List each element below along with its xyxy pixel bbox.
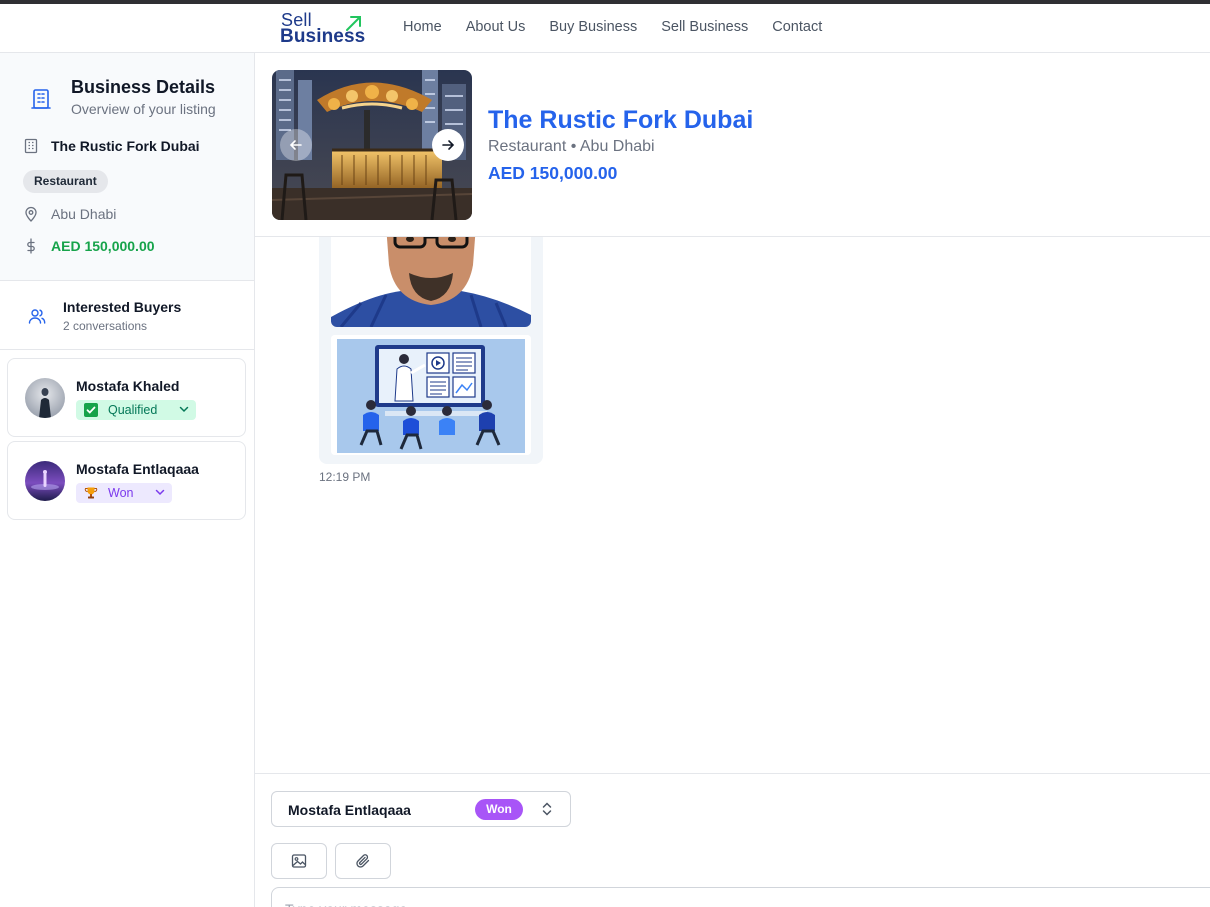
buyer-card[interactable]: Mostafa Khaled Qualified	[7, 358, 246, 437]
buyer-selector[interactable]: Mostafa Entlaqaaa Won	[271, 791, 571, 827]
listing-subtitle: Restaurant • Abu Dhabi	[488, 138, 655, 155]
status-badge: Won	[475, 799, 523, 820]
attach-image-button[interactable]	[271, 843, 327, 879]
price-row: AED 150,000.00	[22, 237, 155, 255]
interested-buyers-title: Interested Buyers	[63, 299, 182, 315]
main-nav: Home About Us Buy Business Sell Business…	[403, 19, 846, 35]
price-text: AED 150,000.00	[51, 238, 155, 254]
selected-buyer-name: Mostafa Entlaqaaa	[288, 802, 411, 818]
building-small-icon	[22, 137, 40, 155]
chat-main: 12:19 PM The Rustic Fork Dubai Restauran…	[255, 53, 1210, 907]
buyer-card[interactable]: Mostafa Entlaqaaa Won	[7, 441, 246, 520]
listing-header: The Rustic Fork Dubai Restaurant • Abu D…	[255, 53, 1210, 237]
status-label: Won	[108, 486, 134, 500]
navbar: Sell Business Home About Us Buy Business…	[0, 4, 1210, 53]
logo-arrow-icon	[346, 16, 361, 31]
status-dropdown[interactable]: Won	[76, 483, 172, 503]
buyer-name: Mostafa Khaled	[76, 378, 180, 394]
message-image-illustration[interactable]	[331, 335, 531, 455]
listing-image-carousel[interactable]	[272, 70, 472, 220]
buyer-name: Mostafa Entlaqaaa	[76, 461, 199, 477]
message-composer: Mostafa Entlaqaaa Won	[255, 773, 1210, 907]
nav-home[interactable]: Home	[403, 19, 442, 35]
business-details-subtitle: Overview of your listing	[71, 101, 216, 117]
dollar-icon	[22, 237, 40, 255]
message-input[interactable]	[271, 887, 1210, 907]
map-pin-icon	[22, 205, 40, 223]
carousel-prev-button[interactable]	[280, 129, 312, 161]
paperclip-icon	[356, 854, 370, 868]
nav-sell-business[interactable]: Sell Business	[661, 19, 748, 35]
listing-title: The Rustic Fork Dubai	[488, 106, 754, 134]
chevrons-up-down-icon	[540, 801, 554, 822]
business-name: The Rustic Fork Dubai	[51, 138, 200, 154]
check-box-icon	[84, 403, 98, 417]
image-icon	[291, 854, 307, 868]
arrow-left-icon	[289, 140, 302, 150]
status-dropdown[interactable]: Qualified	[76, 400, 196, 420]
message-image-portrait[interactable]	[331, 225, 531, 327]
message-timestamp: 12:19 PM	[319, 470, 371, 484]
arrow-right-icon	[442, 140, 455, 150]
category-badge: Restaurant	[23, 170, 108, 193]
status-label: Qualified	[108, 403, 158, 417]
message-bubble	[319, 213, 543, 464]
building-icon	[31, 88, 51, 115]
conversations-count: 2 conversations	[63, 319, 148, 333]
business-name-row: The Rustic Fork Dubai	[22, 137, 200, 155]
business-details-panel: Business Details Overview of your listin…	[0, 53, 254, 281]
interested-buyers-header: Interested Buyers 2 conversations	[0, 281, 254, 350]
listing-price: AED 150,000.00	[488, 163, 618, 183]
users-icon	[28, 307, 46, 330]
sidebar: Business Details Overview of your listin…	[0, 53, 255, 907]
location-row: Abu Dhabi	[22, 205, 116, 223]
nav-contact[interactable]: Contact	[772, 19, 822, 35]
nav-buy-business[interactable]: Buy Business	[549, 19, 637, 35]
location-text: Abu Dhabi	[51, 206, 117, 222]
nav-about-us[interactable]: About Us	[466, 19, 526, 35]
carousel-next-button[interactable]	[432, 129, 464, 161]
avatar	[25, 378, 65, 418]
trophy-icon	[84, 486, 98, 500]
logo[interactable]: Sell Business	[280, 10, 368, 47]
business-details-title: Business Details	[71, 77, 216, 97]
attach-file-button[interactable]	[335, 843, 391, 879]
chevron-down-icon	[178, 403, 190, 418]
chevron-down-icon	[154, 486, 166, 501]
avatar	[25, 461, 65, 501]
